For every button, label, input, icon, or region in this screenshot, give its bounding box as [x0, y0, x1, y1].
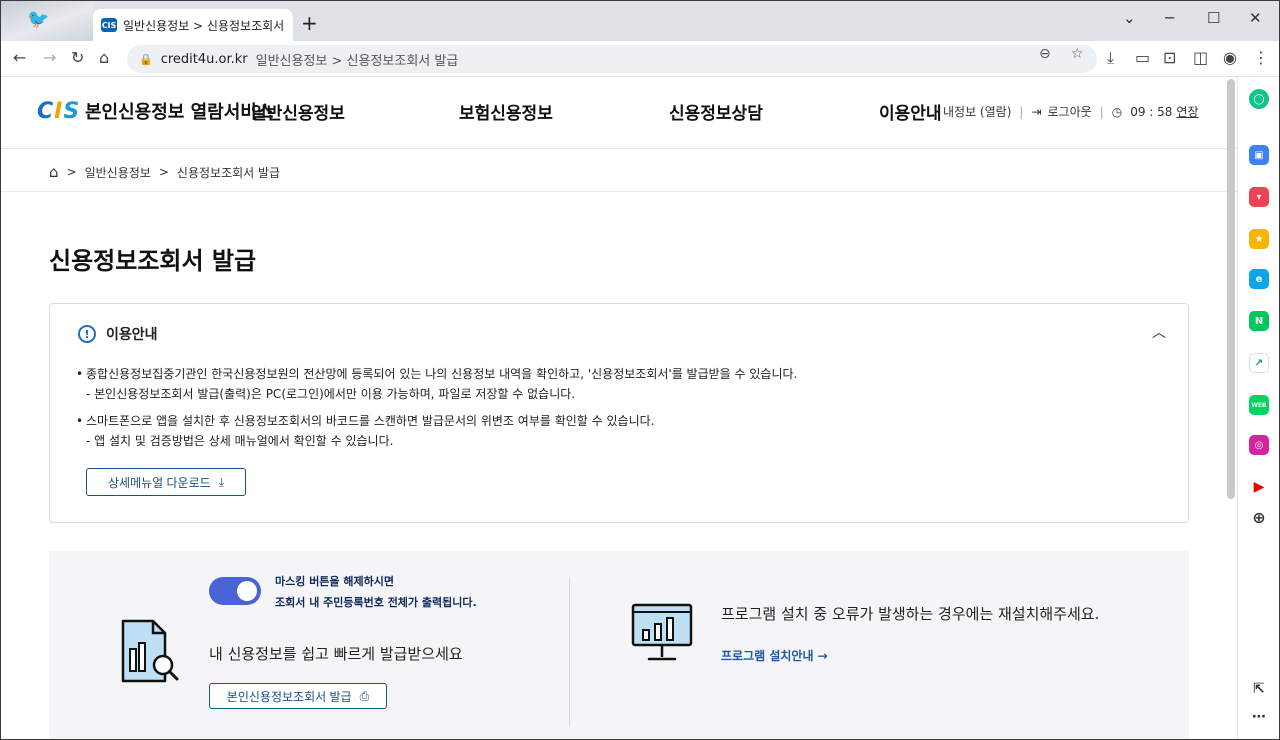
pocket-icon[interactable]: ▾: [1249, 187, 1269, 207]
url-host: credit4u.or.kr: [160, 51, 248, 67]
nav-item-usage-guide[interactable]: 이용안내: [879, 99, 942, 124]
bookmark-star-icon[interactable]: ☆: [1071, 46, 1084, 62]
nav-item-general-credit[interactable]: 일반신용정보: [251, 99, 345, 124]
side-panel-icon[interactable]: ◫: [1193, 49, 1208, 67]
open-external-icon[interactable]: ⇱: [1249, 679, 1269, 699]
masking-toggle[interactable]: [209, 577, 261, 605]
browser-tab-active[interactable]: CIS 일반신용정보 > 신용정보조회서: [93, 9, 293, 41]
tab-search-chevron-icon[interactable]: ⌄: [1123, 9, 1136, 27]
minimize-icon[interactable]: ─: [1165, 9, 1174, 27]
reload-icon[interactable]: ↻: [71, 49, 84, 67]
breadcrumb-divider: [1, 191, 1237, 192]
logout-icon: ⇥: [1031, 104, 1042, 119]
cast-icon[interactable]: ▭: [1135, 49, 1150, 67]
close-icon[interactable]: ✕: [1249, 9, 1262, 27]
list-item-sub: - 본인신용정보조회서 발급(출력)은 PC(로그인)에서만 이용 가능하며, …: [86, 387, 576, 401]
site-header: CIS 본인신용정보 열람서비스 일반신용정보 보험신용정보 신용정보상담 이용…: [1, 77, 1237, 149]
bird-icon: 🐦: [27, 9, 50, 30]
add-icon[interactable]: ⊕: [1249, 507, 1269, 527]
youtube-icon[interactable]: ▶: [1249, 477, 1269, 497]
page-scrollbar[interactable]: [1227, 79, 1235, 499]
chevron-up-icon[interactable]: ︿: [1152, 322, 1166, 342]
naver-icon[interactable]: N: [1249, 311, 1269, 331]
address-bar[interactable]: 🔒 credit4u.or.kr 일반신용정보 > 신용정보조회서 발급: [127, 45, 1097, 73]
forward-icon[interactable]: →: [43, 49, 56, 67]
document-search-icon: [121, 619, 179, 683]
favorites-star-icon[interactable]: ★: [1249, 229, 1269, 249]
logo-text: 본인신용정보 열람서비스: [85, 102, 274, 123]
download-icon[interactable]: ⤓: [1107, 49, 1114, 67]
extend-session-link[interactable]: 연장: [1176, 103, 1198, 120]
issue-report-button[interactable]: 본인신용정보조회서 발급 ⎙: [209, 683, 387, 709]
list-item-sub: - 앱 설치 및 검증방법은 상세 매뉴얼에서 확인할 수 있습니다.: [86, 434, 394, 448]
site-info-icon[interactable]: 🔒: [139, 53, 153, 66]
usage-guide-header[interactable]: ! 이용안내: [78, 324, 158, 344]
breadcrumb-item[interactable]: 일반신용정보: [85, 164, 151, 181]
masking-message: 마스킹 버튼을 해제하시면 조회서 내 주민등록번호 전체가 출력됩니다.: [275, 575, 477, 609]
list-item: • 종합신용정보집중기관인 한국신용정보원의 전산망에 등록되어 있는 나의 신용…: [76, 367, 798, 381]
list-item: • 스마트폰으로 앱을 설치한 후 신용정보조회서의 바코드를 스캔하면 발급문서…: [76, 414, 655, 428]
tab-strip-decoration: 🐦: [1, 1, 93, 41]
home-icon[interactable]: ⌂: [99, 49, 109, 67]
maximize-icon[interactable]: ☐: [1207, 9, 1220, 27]
browser-window: 🐦 CIS 일반신용정보 > 신용정보조회서 + ⌄ ─ ☐ ✕ ← → ↻ ⌂…: [0, 0, 1280, 740]
download-icon: ⤓: [218, 474, 224, 489]
briefcase-icon[interactable]: ▣: [1249, 145, 1269, 165]
utility-menu: 내정보 (열람) | ⇥ 로그아웃 | ◷ 09 : 58 연장: [943, 103, 1199, 120]
my-info-link[interactable]: 내정보 (열람): [943, 103, 1011, 120]
manual-download-button[interactable]: 상세메뉴얼 다운로드 ⤓: [86, 468, 246, 496]
usage-guide-body: • 종합신용정보집중기관인 한국신용정보원의 전산망에 등록되어 있는 나의 신용…: [76, 364, 1156, 451]
profile-icon[interactable]: ◉: [1223, 49, 1237, 67]
info-icon: !: [78, 325, 96, 343]
zoom-icon[interactable]: ⊖: [1039, 46, 1051, 62]
site-logo[interactable]: CIS 본인신용정보 열람서비스: [37, 97, 273, 125]
stock-chart-icon[interactable]: ↗: [1249, 353, 1269, 373]
usage-guide-title: 이용안내: [106, 327, 158, 343]
edge-icon[interactable]: e: [1249, 269, 1269, 289]
webtoon-icon[interactable]: WEB: [1249, 395, 1269, 415]
usage-guide-panel: ! 이용안내 ︿ • 종합신용정보집중기관인 한국신용정보원의 전산망에 등록되어…: [49, 303, 1189, 523]
printer-icon: ⎙: [359, 688, 370, 703]
nav-item-credit-consult[interactable]: 신용정보상담: [669, 99, 763, 124]
clock-icon: ◷: [1111, 104, 1123, 119]
section-divider: [569, 577, 570, 727]
chevron-right-icon: >: [66, 165, 77, 179]
copilot-icon[interactable]: ◯: [1249, 89, 1269, 109]
page-title: 신용정보조회서 발급: [49, 247, 257, 275]
favicon-icon: CIS: [101, 18, 117, 32]
chevron-right-icon: >: [158, 165, 169, 179]
instagram-icon[interactable]: ◎: [1249, 435, 1269, 455]
web-page: CIS 본인신용정보 열람서비스 일반신용정보 보험신용정보 신용정보상담 이용…: [1, 77, 1237, 739]
menu-icon[interactable]: ⋮: [1253, 49, 1269, 67]
toggle-knob: [237, 581, 257, 601]
cis-logo-icon: CIS: [37, 98, 80, 124]
issue-section: 마스킹 버튼을 해제하시면 조회서 내 주민등록번호 전체가 출력됩니다. 내 …: [49, 551, 1189, 739]
browser-toolbar: ← → ↻ ⌂ 🔒 credit4u.or.kr 일반신용정보 > 신용정보조회…: [1, 41, 1279, 77]
url-path: 일반신용정보 > 신용정보조회서 발급: [255, 53, 459, 69]
new-tab-icon[interactable]: +: [301, 13, 318, 33]
breadcrumb: ⌂ > 일반신용정보 > 신용정보조회서 발급: [49, 163, 280, 181]
home-icon[interactable]: ⌂: [49, 163, 59, 181]
back-icon[interactable]: ←: [13, 49, 26, 67]
session-time: 09 : 58: [1130, 104, 1173, 119]
nav-item-insurance-credit[interactable]: 보험신용정보: [459, 99, 553, 124]
logout-link[interactable]: 로그아웃: [1048, 103, 1092, 120]
install-guide-link[interactable]: 프로그램 설치안내 →: [721, 647, 828, 664]
browser-side-panel: ◯ ▣ ▾ ★ e N ↗ WEB ◎ ▶ ⊕ ⇱ ⋯: [1237, 77, 1279, 739]
monitor-chart-icon: [631, 603, 693, 661]
install-message: 프로그램 설치 중 오류가 발생하는 경우에는 재설치해주세요.: [721, 605, 1100, 623]
breadcrumb-item[interactable]: 신용정보조회서 발급: [177, 164, 280, 181]
tab-title: 일반신용정보 > 신용정보조회서: [123, 18, 285, 33]
more-icon[interactable]: ⋯: [1249, 707, 1269, 727]
tab-strip: 🐦 CIS 일반신용정보 > 신용정보조회서 + ⌄ ─ ☐ ✕: [1, 1, 1279, 41]
screenshot-icon[interactable]: ⊡: [1163, 49, 1176, 67]
issue-subtitle: 내 신용정보를 쉽고 빠르게 발급받으세요: [209, 645, 463, 663]
